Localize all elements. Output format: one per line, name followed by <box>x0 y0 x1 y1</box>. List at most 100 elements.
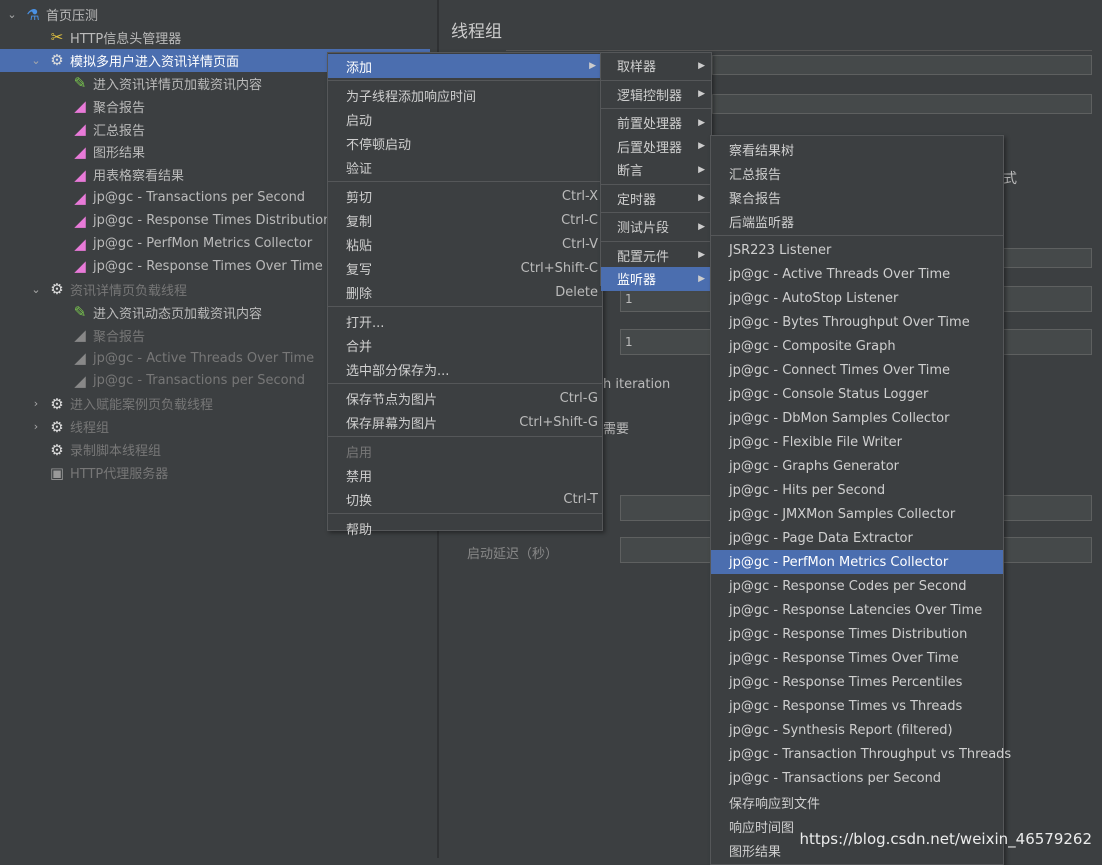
menu-item-label: jp@gc - Console Status Logger <box>729 386 929 402</box>
menu-item-item[interactable]: 启动 <box>328 107 602 131</box>
menu-item-item[interactable]: 断言 ▶ <box>601 158 711 182</box>
menu-item-label: 复制 <box>346 214 373 230</box>
menu-item-jp-gc-perfmon-metrics-collector[interactable]: jp@gc - PerfMon Metrics Collector <box>711 550 1003 574</box>
menu-item-item[interactable]: 不停顿启动 <box>328 131 602 155</box>
tree-node-label: jp@gc - PerfMon Metrics Collector <box>93 236 313 251</box>
add-submenu: 取样器 ▶ 逻辑控制器 ▶ 前置处理器 ▶ 后置处理器 ▶ 断言 ▶ 定时器 ▶ 测试片段 ▶ 配置元件 ▶ 监… <box>600 52 712 291</box>
menu-separator <box>328 383 602 384</box>
menu-item-label: 配置元件 <box>617 249 670 265</box>
menu-item-item[interactable]: 汇总报告 <box>711 161 1003 185</box>
chart-icon: ◢ <box>74 211 86 230</box>
chevron-right-icon[interactable]: › <box>30 420 42 433</box>
chart-icon: ◢ <box>74 120 86 138</box>
menu-item-item[interactable]: 删除 Delete <box>328 280 602 304</box>
menu-item-jp-gc-response-times-percentiles[interactable]: jp@gc - Response Times Percentiles <box>711 670 1003 694</box>
tree-node[interactable]: ✂ HTTP信息头管理器 <box>0 26 430 49</box>
menu-item-item[interactable]: 察看结果树 <box>711 137 1003 161</box>
menu-item-jp-gc-graphs-generator[interactable]: jp@gc - Graphs Generator <box>711 454 1003 478</box>
tree-node-label: 线程组 <box>70 421 110 437</box>
menu-item-item[interactable]: 打开... <box>328 309 602 333</box>
chart-icon: ◢ <box>74 326 86 345</box>
menu-item-jp-gc-connect-times-over-time[interactable]: jp@gc - Connect Times Over Time <box>711 358 1003 382</box>
chart-icon: ◢ <box>74 188 86 207</box>
chart-icon: ◢ <box>74 349 86 367</box>
menu-item-item[interactable]: 逻辑控制器 ▶ <box>601 83 711 107</box>
menu-item-item[interactable]: 粘贴 Ctrl-V <box>328 232 602 256</box>
submenu-arrow-icon: ▶ <box>698 89 705 100</box>
chevron-down-icon[interactable]: ⌄ <box>30 54 42 67</box>
menu-item-item[interactable]: 为子线程添加响应时间 <box>328 83 602 107</box>
menu-item-jp-gc-synthesis-report-filtered[interactable]: jp@gc - Synthesis Report (filtered) <box>711 718 1003 742</box>
menu-item-item[interactable]: 后置处理器 ▶ <box>601 135 711 159</box>
menu-item-label: jp@gc - Flexible File Writer <box>729 434 902 450</box>
menu-item-item[interactable]: 保存屏幕为图片 Ctrl+Shift-G <box>328 410 602 434</box>
menu-item-item[interactable]: 后端监听器 <box>711 209 1003 233</box>
menu-item-item[interactable]: 合并 <box>328 333 602 357</box>
menu-item-jp-gc-console-status-logger[interactable]: jp@gc - Console Status Logger <box>711 382 1003 406</box>
menu-item-jp-gc-autostop-listener[interactable]: jp@gc - AutoStop Listener <box>711 286 1003 310</box>
menu-item-label: 复写 <box>346 262 373 278</box>
menu-item-jp-gc-response-latencies-over-time[interactable]: jp@gc - Response Latencies Over Time <box>711 598 1003 622</box>
comment-field[interactable] <box>712 94 1092 114</box>
submenu-arrow-icon: ▶ <box>698 141 705 152</box>
menu-item-label: 为子线程添加响应时间 <box>346 89 477 105</box>
gear-icon: ⚙ <box>50 51 64 70</box>
menu-item-label: jp@gc - Bytes Throughput Over Time <box>729 314 970 330</box>
menu-item-item[interactable]: 测试片段 ▶ <box>601 215 711 239</box>
chevron-down-icon[interactable]: ⌄ <box>30 283 42 296</box>
menu-item-label: 聚合报告 <box>729 191 782 207</box>
tree-node[interactable]: ⌄ ⚗ 首页压测 <box>0 3 430 26</box>
name-field[interactable] <box>712 55 1092 75</box>
chevron-right-icon[interactable]: › <box>30 397 42 410</box>
tree-node-label: 用表格察看结果 <box>93 169 185 185</box>
menu-item-item[interactable]: 验证 <box>328 155 602 179</box>
menu-item-item[interactable]: 定时器 ▶ <box>601 187 711 211</box>
menu-item-jp-gc-jmxmon-samples-collector[interactable]: jp@gc - JMXMon Samples Collector <box>711 502 1003 526</box>
listener-submenu: 察看结果树 汇总报告 聚合报告 后端监听器 JSR223 Listener jp@gc -… <box>710 135 1011 865</box>
menu-item-item[interactable]: 监听器 ▶ <box>601 267 711 291</box>
menu-item-item[interactable]: 禁用 <box>328 463 602 487</box>
menu-item-jp-gc-dbmon-samples-collector[interactable]: jp@gc - DbMon Samples Collector <box>711 406 1003 430</box>
menu-separator <box>711 235 1003 236</box>
menu-item-jp-gc-hits-per-second[interactable]: jp@gc - Hits per Second <box>711 478 1003 502</box>
menu-item-item[interactable]: 配置元件 ▶ <box>601 244 711 268</box>
menu-item-label: jp@gc - AutoStop Listener <box>729 290 899 306</box>
menu-item-label: 剪切 <box>346 190 373 206</box>
menu-item-jp-gc-page-data-extractor[interactable]: jp@gc - Page Data Extractor <box>711 526 1003 550</box>
menu-item-jp-gc-response-times-distribution[interactable]: jp@gc - Response Times Distribution <box>711 622 1003 646</box>
menu-separator <box>601 108 711 109</box>
menu-item-jp-gc-response-codes-per-second[interactable]: jp@gc - Response Codes per Second <box>711 574 1003 598</box>
chevron-down-icon[interactable]: ⌄ <box>6 8 18 21</box>
menu-item-label: jp@gc - Page Data Extractor <box>729 530 913 546</box>
menu-item-item[interactable]: 复写 Ctrl+Shift-C <box>328 256 602 280</box>
menu-item-jp-gc-composite-graph[interactable]: jp@gc - Composite Graph <box>711 334 1003 358</box>
menu-item-jp-gc-active-threads-over-time[interactable]: jp@gc - Active Threads Over Time <box>711 262 1003 286</box>
tree-node-label: jp@gc - Transactions per Second <box>93 373 306 389</box>
menu-item-jp-gc-flexible-file-writer[interactable]: jp@gc - Flexible File Writer <box>711 430 1003 454</box>
menu-item-item[interactable]: 取样器 ▶ <box>601 54 711 78</box>
menu-item-jp-gc-transaction-throughput-vs-threads[interactable]: jp@gc - Transaction Throughput vs Thread… <box>711 742 1011 766</box>
submenu-arrow-icon: ▶ <box>698 164 705 175</box>
tree-node-label: HTTP信息头管理器 <box>70 31 182 47</box>
menu-item-label: 察看结果树 <box>729 143 795 159</box>
menu-item-item[interactable]: 添加 ▶ <box>328 54 602 78</box>
menu-item-item[interactable]: 保存节点为图片 Ctrl-G <box>328 386 602 410</box>
menu-item-item[interactable]: 剪切 Ctrl-X <box>328 184 602 208</box>
menu-item-jp-gc-response-times-over-time[interactable]: jp@gc - Response Times Over Time <box>711 646 1003 670</box>
menu-item-item[interactable]: 前置处理器 ▶ <box>601 111 711 135</box>
menu-item-label: 打开... <box>346 315 385 331</box>
menu-item-item[interactable]: 聚合报告 <box>711 185 1003 209</box>
menu-item-item[interactable]: 切换 Ctrl-T <box>328 487 602 511</box>
menu-item-item[interactable]: 帮助 <box>328 516 602 540</box>
menu-item-jp-gc-bytes-throughput-over-time[interactable]: jp@gc - Bytes Throughput Over Time <box>711 310 1003 334</box>
menu-item-jp-gc-transactions-per-second[interactable]: jp@gc - Transactions per Second <box>711 766 1003 790</box>
menu-item-item[interactable]: 保存响应到文件 <box>711 790 1003 814</box>
menu-item-item[interactable]: 复制 Ctrl-C <box>328 208 602 232</box>
menu-item-item[interactable]: 启用 <box>328 439 602 463</box>
menu-item-item[interactable]: 选中部分保存为... <box>328 357 602 381</box>
chart-icon: ◢ <box>74 234 86 253</box>
menu-item-jp-gc-response-times-vs-threads[interactable]: jp@gc - Response Times vs Threads <box>711 694 1003 718</box>
menu-item-label: jp@gc - Composite Graph <box>729 338 896 354</box>
menu-item-jsr223-listener[interactable]: JSR223 Listener <box>711 238 1003 262</box>
chart-icon: ◢ <box>74 371 86 390</box>
